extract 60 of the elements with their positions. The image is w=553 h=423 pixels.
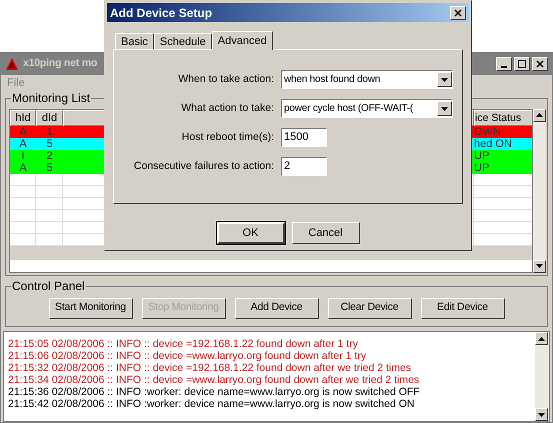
minimize-icon	[501, 66, 507, 68]
panel-button[interactable]: Start Monitoring	[48, 298, 132, 318]
dropdown[interactable]: power cycle host (OFF-WAIT-(	[281, 99, 453, 118]
log-line: 21:15:32 02/08/2006 :: INFO :: device =192.168.1.22 found down after we tried 2 times	[8, 362, 412, 374]
log-line: 21:15:06 02/08/2006 :: INFO :: device =www.larryo.org found down after 1 try	[8, 350, 368, 362]
field-label: When to take action:	[177, 72, 274, 87]
scroll-up-button[interactable]	[535, 332, 548, 346]
close-button[interactable]	[450, 6, 466, 20]
field-label: What action to take:	[180, 100, 274, 116]
tab[interactable]: Advanced	[212, 31, 273, 50]
tab[interactable]: Basic	[115, 33, 154, 49]
column-header[interactable]: dId	[36, 110, 63, 126]
log-line: 21:15:05 02/08/2006 :: INFO :: device =192.168.1.22 found down after 1 try	[8, 338, 359, 350]
log-line: 21:15:36 02/08/2006 :: INFO :worker: device name=www.larryo.org is now switched OFF	[8, 386, 421, 398]
down-arrow-icon	[538, 412, 545, 416]
scroll-up-button[interactable]	[533, 108, 546, 122]
group-title: Control Panel	[11, 278, 86, 292]
maximize-button[interactable]	[514, 56, 530, 71]
vertical-scrollbar[interactable]	[535, 332, 549, 421]
input-field[interactable]: 1500	[281, 128, 327, 147]
log-line: 21:15:34 02/08/2006 :: INFO :: device =www.larryo.org found down after we tried 2 times	[8, 374, 420, 386]
app-logo-icon	[5, 56, 19, 71]
dropdown[interactable]: when host found down	[281, 70, 453, 89]
table-cell-text: hed ON	[474, 138, 513, 150]
field-label: Host reboot time(s):	[180, 130, 274, 145]
log-line: 21:15:42 02/08/2006 :: INFO :worker: device name=www.larryo.org is now switched ON	[8, 398, 416, 410]
down-arrow-icon	[536, 264, 543, 268]
window-title: x10ping net mo	[23, 56, 98, 71]
table-cell-text: I	[20, 150, 26, 162]
table-cell-text: 2	[45, 150, 54, 162]
panel-button[interactable]: Edit Device	[420, 298, 504, 318]
close-icon	[454, 8, 462, 16]
minimize-button[interactable]	[496, 56, 512, 71]
dialog-button[interactable]: OK	[216, 222, 284, 244]
table-cell-text: OWN	[474, 126, 502, 138]
scroll-down-button[interactable]	[533, 260, 546, 273]
up-arrow-icon	[538, 336, 545, 341]
table-cell-text: UP	[474, 150, 490, 162]
table-cell-text: 1	[45, 126, 54, 138]
table-cell-text: A	[18, 138, 28, 150]
table-cell-text: A	[18, 126, 28, 138]
scroll-down-button[interactable]	[535, 408, 548, 421]
table-cell-text: 5	[45, 138, 54, 150]
table-cell-text: A	[18, 162, 28, 174]
maximize-icon	[518, 60, 526, 68]
close-button[interactable]	[532, 56, 548, 71]
field-label: Consecutive failures to action:	[132, 158, 274, 174]
tab[interactable]: Schedule	[154, 33, 212, 49]
close-icon	[536, 60, 544, 68]
group-title: Monitoring List	[11, 90, 92, 105]
vertical-scrollbar[interactable]	[533, 108, 546, 273]
panel-button[interactable]: Clear Device	[328, 298, 412, 318]
dialog-title: Add Device Setup	[110, 4, 212, 22]
panel-button[interactable]: Add Device	[234, 298, 318, 318]
table-cell-text: UP	[474, 162, 490, 174]
table-cell-text: 5	[45, 162, 54, 174]
up-arrow-icon	[536, 113, 543, 118]
column-header[interactable]: hId	[10, 110, 36, 126]
dialog-button[interactable]: Cancel	[292, 222, 360, 244]
input-field[interactable]: 2	[281, 157, 327, 176]
